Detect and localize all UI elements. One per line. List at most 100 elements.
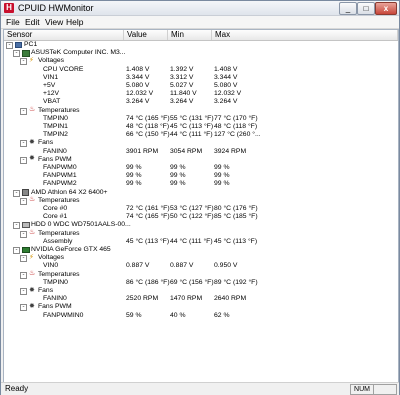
table-row[interactable]: FANIN0 2520 RPM 1470 RPM 2640 RPM	[4, 295, 398, 303]
table-row[interactable]: TMPIN0 74 °C (165 °F) 55 °C (131 °F) 77 °C …	[4, 115, 398, 123]
table-row[interactable]: TMPIN0 86 °C (186 °F) 69 °C (156 °F) 89 °C …	[4, 279, 398, 287]
table-row[interactable]: - ⚡ Voltages	[4, 56, 398, 66]
table-row[interactable]: VIN0 0.887 V 0.887 V 0.950 V	[4, 262, 398, 270]
tree-toggle-collapse-icon[interactable]: -	[20, 58, 27, 66]
sensor-max: 89 °C (192 °F)	[214, 278, 258, 286]
table-row[interactable]: +12V 12.032 V 11.840 V 12.032 V	[4, 90, 398, 98]
table-row[interactable]: Assembly 45 °C (113 °F) 44 °C (111 °F) 45 °…	[4, 238, 398, 246]
column-header-value[interactable]: Value	[124, 30, 168, 40]
sensor-value: 3.344 V	[126, 73, 150, 81]
tree-toggle-collapse-icon[interactable]: -	[13, 50, 20, 58]
sensor-max: 80 °C (176 °F)	[214, 205, 258, 212]
tree-toggle-collapse-icon[interactable]: -	[20, 197, 27, 205]
sensor-label: FANPWM2	[43, 180, 77, 188]
sensor-label: Temperatures	[38, 229, 80, 237]
table-row[interactable]: - HDD 0 WDC WD7501AALS-00...	[4, 221, 398, 230]
volt-icon: ⚡	[29, 56, 34, 64]
table-row[interactable]: - ⚡ Voltages	[4, 254, 398, 263]
tree-toggle-collapse-icon[interactable]: -	[6, 42, 13, 49]
cpu-icon	[22, 189, 29, 197]
sensor-label: Voltages	[38, 57, 65, 65]
table-row[interactable]: FANPWM0 99 % 99 % 99 %	[4, 164, 398, 172]
sensor-max: 3.344 V	[214, 73, 238, 81]
table-row[interactable]: - PC1	[4, 41, 398, 49]
table-row[interactable]: - ✸ Fans PWM	[4, 155, 398, 164]
menu-edit[interactable]: Edit	[23, 16, 42, 28]
menu-bar: File Edit View Help	[1, 16, 399, 29]
sensor-min: 99 %	[170, 172, 186, 180]
sensor-max: 85 °C (185 °F)	[214, 213, 258, 221]
sensor-tree-view[interactable]: Sensor Value Min Max - PC1- ASUSTeK Comput…	[3, 29, 399, 383]
tree-toggle-collapse-icon[interactable]: -	[13, 222, 20, 230]
table-row[interactable]: Core #1 74 °C (165 °F) 50 °C (122 °F) 85 °C…	[4, 213, 398, 221]
table-row[interactable]: FANPWM1 99 % 99 % 99 %	[4, 172, 398, 180]
tree-toggle-collapse-icon[interactable]: -	[13, 247, 20, 254]
tree-toggle-collapse-icon[interactable]: -	[20, 156, 27, 164]
column-header-max[interactable]: Max	[212, 30, 398, 40]
tree-toggle-collapse-icon[interactable]: -	[20, 140, 27, 148]
sensor-value: 72 °C (161 °F)	[126, 205, 170, 212]
table-row[interactable]: - NVIDIA GeForce GTX 465	[4, 246, 398, 254]
table-row[interactable]: Core #0 72 °C (161 °F) 53 °C (127 °F) 80 °C…	[4, 205, 398, 213]
tree-toggle-collapse-icon[interactable]: -	[20, 230, 27, 238]
sensor-label: VIN1	[43, 73, 59, 81]
menu-file[interactable]: File	[4, 16, 22, 28]
table-row[interactable]: - ♨ Temperatures	[4, 106, 398, 115]
sensor-label: FANIN0	[43, 147, 67, 155]
table-row[interactable]: - ♨ Temperatures	[4, 229, 398, 238]
table-row[interactable]: TMPIN2 66 °C (150 °F) 44 °C (111 °F) 127 °C…	[4, 131, 398, 139]
table-row[interactable]: +5V 5.080 V 5.027 V 5.080 V	[4, 82, 398, 90]
num-lock-indicator: NUM	[350, 384, 374, 395]
table-row[interactable]: - ✸ Fans PWM	[4, 303, 398, 312]
table-row[interactable]: - ♨ Temperatures	[4, 196, 398, 205]
tree-toggle-collapse-icon[interactable]: -	[20, 288, 27, 295]
sensor-label: AMD Athlon 64 X2 6400+	[31, 188, 108, 196]
sensor-label: +5V	[43, 82, 56, 89]
minimize-button[interactable]: _	[339, 2, 357, 15]
close-button[interactable]: x	[375, 2, 397, 15]
title-bar[interactable]: H CPUID HWMonitor _ □ x	[1, 1, 399, 16]
table-row[interactable]: TMPIN1 48 °C (118 °F) 45 °C (113 °F) 48 °C …	[4, 123, 398, 131]
sensor-min: 3.312 V	[170, 73, 194, 81]
sensor-max: 99 %	[214, 164, 230, 171]
table-row[interactable]: - ✸ Fans	[4, 287, 398, 295]
sensor-min: 45 °C (113 °F)	[170, 123, 214, 130]
column-header-sensor[interactable]: Sensor	[4, 30, 124, 40]
sensor-value: 48 °C (118 °F)	[126, 123, 170, 130]
table-row[interactable]: - ASUSTeK Computer INC. M3...	[4, 49, 398, 58]
table-row[interactable]: - AMD Athlon 64 X2 6400+	[4, 189, 398, 197]
hdd-icon	[22, 221, 30, 228]
table-row[interactable]: VBAT 3.264 V 3.264 V 3.264 V	[4, 98, 398, 106]
sensor-label: Fans	[38, 139, 54, 147]
tree-toggle-collapse-icon[interactable]: -	[20, 255, 27, 263]
sensor-value: 45 °C (113 °F)	[126, 237, 170, 245]
table-row[interactable]: VIN1 3.344 V 3.312 V 3.344 V	[4, 74, 398, 82]
sensor-max: 3924 RPM	[214, 147, 247, 155]
table-row[interactable]: FANPWMIN0 59 % 40 % 62 %	[4, 312, 398, 320]
sensor-label: Temperatures	[38, 270, 80, 278]
tree-toggle-collapse-icon[interactable]: -	[13, 189, 20, 197]
maximize-button[interactable]: □	[357, 2, 375, 15]
table-row[interactable]: - ✸ Fans	[4, 139, 398, 148]
table-row[interactable]: CPU VCORE 1.408 V 1.392 V 1.408 V	[4, 66, 398, 74]
sensor-value: 12.032 V	[126, 90, 154, 98]
table-row[interactable]: FANPWM2 99 % 99 % 99 %	[4, 180, 398, 188]
board-icon	[22, 49, 30, 57]
menu-help[interactable]: Help	[64, 16, 85, 28]
sensor-max: 12.032 V	[214, 90, 242, 98]
sensor-label: TMPIN2	[43, 131, 68, 139]
table-row[interactable]: FANIN0 3901 RPM 3054 RPM 3924 RPM	[4, 148, 398, 156]
tree-toggle-collapse-icon[interactable]: -	[20, 271, 27, 279]
tree-toggle-collapse-icon[interactable]: -	[20, 304, 27, 312]
sensor-label: CPU VCORE	[43, 65, 84, 73]
sensor-label: Voltages	[38, 254, 65, 262]
temp-icon: ♨	[29, 229, 36, 237]
tree-toggle-collapse-icon[interactable]: -	[20, 107, 27, 115]
sensor-label: Fans	[38, 287, 54, 294]
table-row[interactable]: - ♨ Temperatures	[4, 270, 398, 279]
menu-view[interactable]: View	[43, 16, 65, 28]
sensor-min: 3054 RPM	[170, 147, 203, 155]
sensor-label: HDD 0 WDC WD7501AALS-00...	[31, 221, 131, 229]
sensor-max: 2640 RPM	[214, 295, 247, 303]
column-header-min[interactable]: Min	[168, 30, 212, 40]
